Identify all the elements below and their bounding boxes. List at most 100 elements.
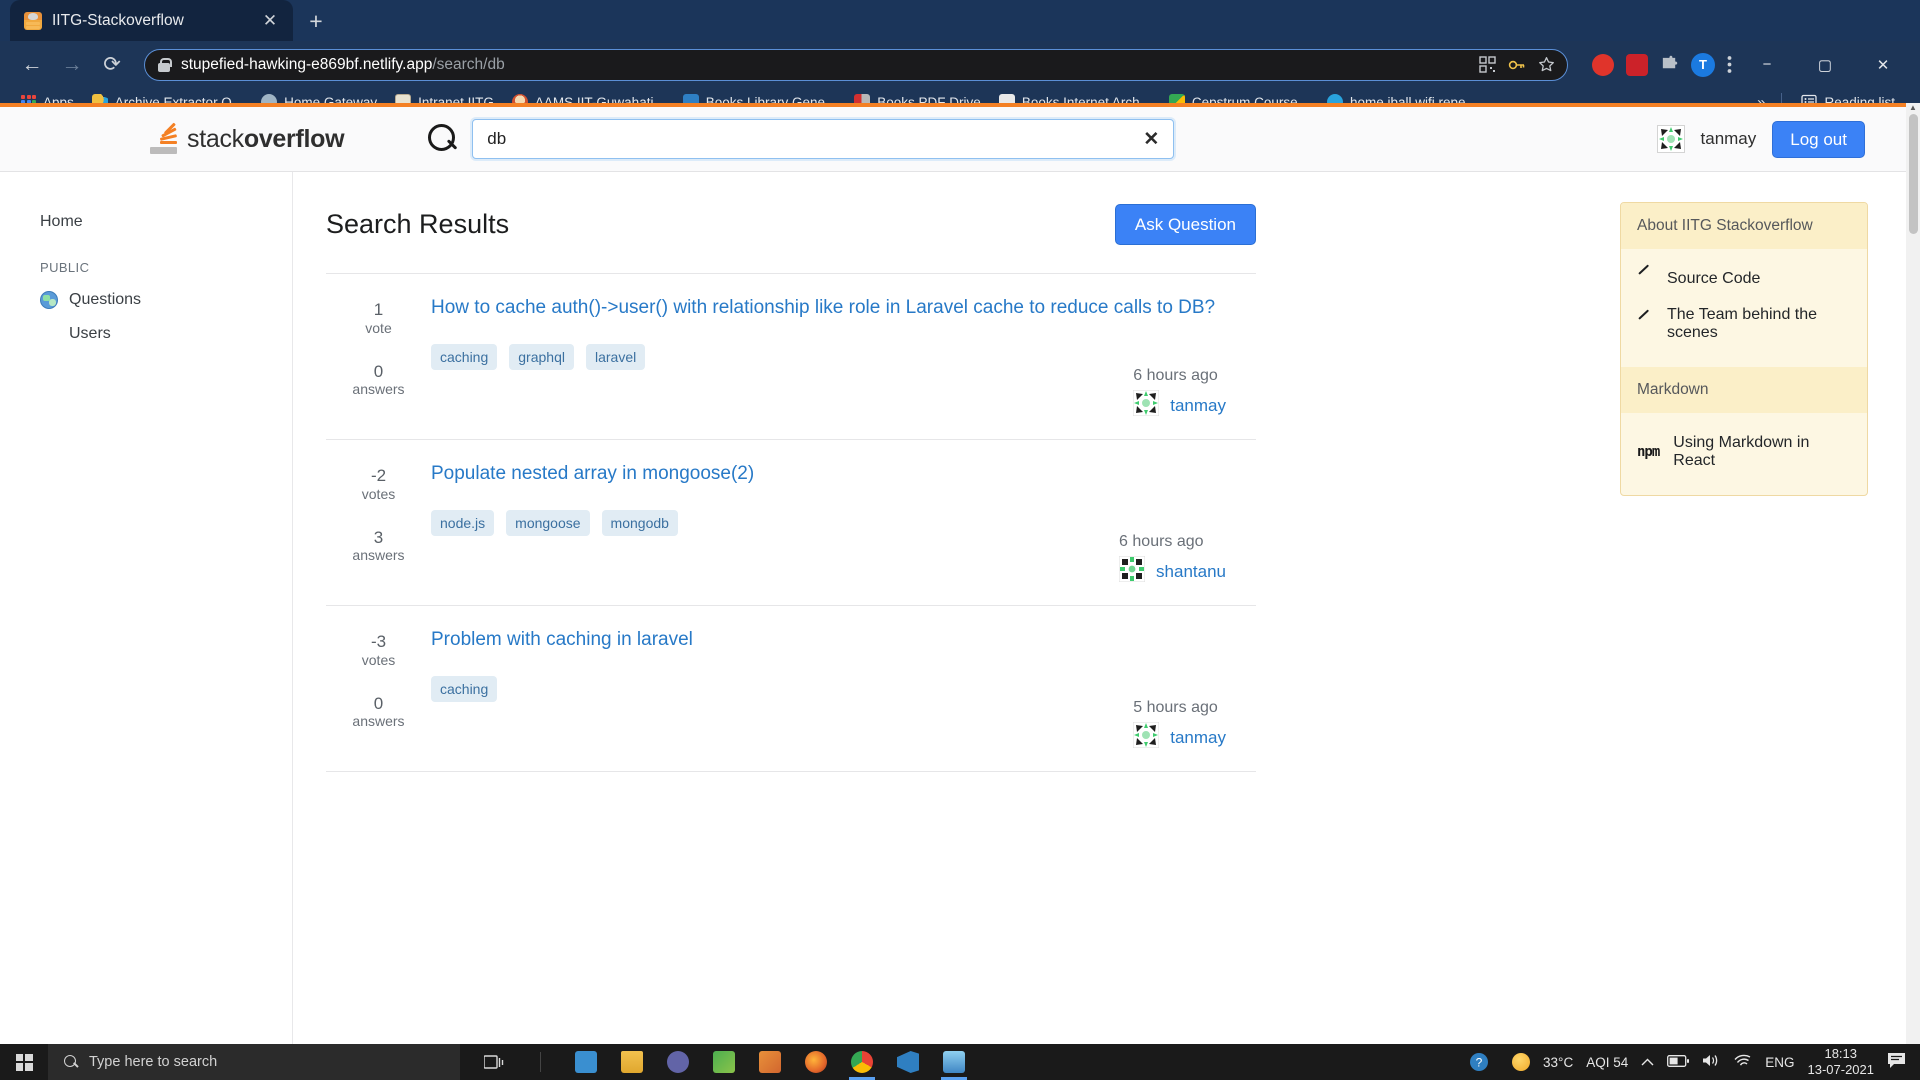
temperature-label[interactable]: 33°C	[1543, 1055, 1573, 1070]
username-label[interactable]: tanmay	[1701, 129, 1757, 149]
image-viewer-icon[interactable]	[934, 1044, 974, 1080]
markdown-item-label: Using Markdown in React	[1673, 434, 1851, 470]
search-input[interactable]	[487, 129, 1133, 149]
sidebar-item-home[interactable]: Home	[0, 206, 292, 238]
browser-menu-icon[interactable]	[1727, 55, 1732, 74]
reload-icon[interactable]: ⟳	[94, 47, 130, 83]
search-box[interactable]: ✕	[472, 119, 1174, 159]
scroll-up-arrow[interactable]: ▲	[1906, 103, 1920, 112]
vscode-icon[interactable]	[888, 1044, 928, 1080]
password-key-icon[interactable]	[1508, 58, 1526, 72]
sidebar-item-users[interactable]: Users	[0, 317, 292, 351]
main-column: Search Results Ask Question 1 vote 0 ans…	[293, 172, 1620, 1044]
pencil-icon	[1637, 271, 1653, 287]
file-explorer-icon[interactable]	[612, 1044, 652, 1080]
wifi-icon[interactable]	[1733, 1053, 1752, 1071]
clear-search-icon[interactable]: ✕	[1133, 128, 1159, 151]
right-sidebar: About IITG Stackoverflow Source Code The…	[1620, 172, 1920, 1044]
minimize-button[interactable]: −	[1744, 50, 1790, 80]
aqi-label[interactable]: AQI 54	[1586, 1055, 1628, 1070]
site-header: stackoverflow ✕	[0, 107, 1920, 172]
sidebar-item-questions[interactable]: Questions	[0, 283, 292, 317]
result-stats: -2 votes 3 answers	[326, 462, 431, 589]
back-icon[interactable]: ←	[14, 47, 50, 83]
weather-icon[interactable]	[1512, 1053, 1530, 1071]
teams-icon[interactable]	[658, 1044, 698, 1080]
globe-icon	[40, 291, 58, 309]
start-button[interactable]	[0, 1044, 48, 1080]
timestamp: 6 hours ago	[1119, 533, 1226, 551]
browser-toolbar: ← → ⟳ stupefied-hawking-e869bf.netlify.a…	[0, 41, 1920, 88]
result-meta: 5 hours ago tanmay	[1133, 699, 1226, 753]
about-card: About IITG Stackoverflow Source Code The…	[1620, 202, 1868, 496]
forward-icon[interactable]: →	[54, 47, 90, 83]
page-scrollbar[interactable]: ▲	[1906, 103, 1920, 1044]
taskbar-icons	[460, 1044, 974, 1080]
photos-icon[interactable]	[750, 1044, 790, 1080]
result-stats: 1 vote 0 answers	[326, 296, 431, 423]
calculator-icon[interactable]	[566, 1044, 606, 1080]
page-title: Search Results	[326, 209, 509, 240]
about-item-team[interactable]: The Team behind the scenes	[1637, 297, 1851, 351]
qr-code-icon[interactable]	[1479, 56, 1496, 73]
avatar[interactable]	[1657, 125, 1685, 153]
help-circle-icon[interactable]: ?	[1459, 1044, 1499, 1080]
ask-question-button[interactable]: Ask Question	[1115, 204, 1256, 245]
result-row[interactable]: -2 votes 3 answers Populate nested array…	[326, 439, 1256, 605]
search-icon[interactable]	[428, 124, 458, 154]
site-logo-text: stackoverflow	[187, 125, 344, 154]
tag-list: node.js mongoose mongodb	[431, 510, 1236, 536]
author-name[interactable]: tanmay	[1170, 728, 1226, 748]
avatar	[1119, 556, 1145, 587]
tag[interactable]: graphql	[509, 344, 574, 370]
avatar	[1133, 390, 1159, 421]
extensions-puzzle-icon[interactable]	[1660, 55, 1679, 74]
scrollbar-thumb[interactable]	[1909, 114, 1918, 234]
window-close-button[interactable]: ✕	[1860, 50, 1906, 80]
tray-expand-icon[interactable]	[1641, 1055, 1654, 1070]
chrome-icon[interactable]	[842, 1044, 882, 1080]
tag[interactable]: mongoose	[506, 510, 589, 536]
stackoverflow-logo[interactable]: stackoverflow	[150, 124, 344, 154]
bookmark-star-icon[interactable]	[1538, 56, 1555, 73]
battery-icon[interactable]	[1667, 1055, 1689, 1070]
markdown-item[interactable]: npm Using Markdown in React	[1637, 425, 1851, 479]
maximize-button[interactable]: ▢	[1802, 50, 1848, 80]
result-title-link[interactable]: Problem with caching in laravel	[431, 628, 1236, 653]
extension-icon-red[interactable]	[1592, 54, 1614, 76]
task-view-icon[interactable]	[474, 1044, 514, 1080]
author-name[interactable]: tanmay	[1170, 396, 1226, 416]
volume-icon[interactable]	[1702, 1053, 1720, 1071]
taskbar-search[interactable]: Type here to search	[48, 1044, 460, 1080]
result-row[interactable]: -3 votes 0 answers Problem with caching …	[326, 605, 1256, 772]
adobe-extension-icon[interactable]	[1626, 54, 1648, 76]
tag-list: caching	[431, 676, 1236, 702]
results-header: Search Results Ask Question	[326, 172, 1256, 273]
profile-avatar[interactable]: T	[1691, 53, 1715, 77]
tag[interactable]: caching	[431, 676, 497, 702]
result-title-link[interactable]: How to cache auth()->user() with relatio…	[431, 296, 1236, 321]
language-indicator[interactable]: ENG	[1765, 1055, 1794, 1070]
close-icon[interactable]: ✕	[257, 8, 283, 34]
result-title-link[interactable]: Populate nested array in mongoose(2)	[431, 462, 1236, 487]
browser-tab[interactable]: IITG-Stackoverflow ✕	[10, 0, 293, 41]
author-name[interactable]: shantanu	[1156, 562, 1226, 582]
author[interactable]: shantanu	[1119, 556, 1226, 587]
tag[interactable]: node.js	[431, 510, 494, 536]
address-bar[interactable]: stupefied-hawking-e869bf.netlify.app/sea…	[144, 49, 1568, 81]
notification-icon[interactable]	[1887, 1052, 1906, 1072]
author[interactable]: tanmay	[1133, 390, 1226, 421]
author[interactable]: tanmay	[1133, 722, 1226, 753]
tag[interactable]: laravel	[586, 344, 645, 370]
logout-button[interactable]: Log out	[1772, 121, 1865, 158]
chart-app-icon[interactable]	[704, 1044, 744, 1080]
result-row[interactable]: 1 vote 0 answers How to cache auth()->us…	[326, 273, 1256, 439]
about-item-source-code[interactable]: Source Code	[1637, 261, 1851, 297]
tag[interactable]: caching	[431, 344, 497, 370]
firefox-icon[interactable]	[796, 1044, 836, 1080]
tag[interactable]: mongodb	[602, 510, 678, 536]
system-tray: ? 33°C AQI 54 ENG 18:13 13-07-2021	[1459, 1044, 1920, 1080]
answer-count: 3	[326, 528, 431, 548]
new-tab-button[interactable]: +	[299, 4, 333, 38]
clock[interactable]: 18:13 13-07-2021	[1808, 1046, 1875, 1078]
